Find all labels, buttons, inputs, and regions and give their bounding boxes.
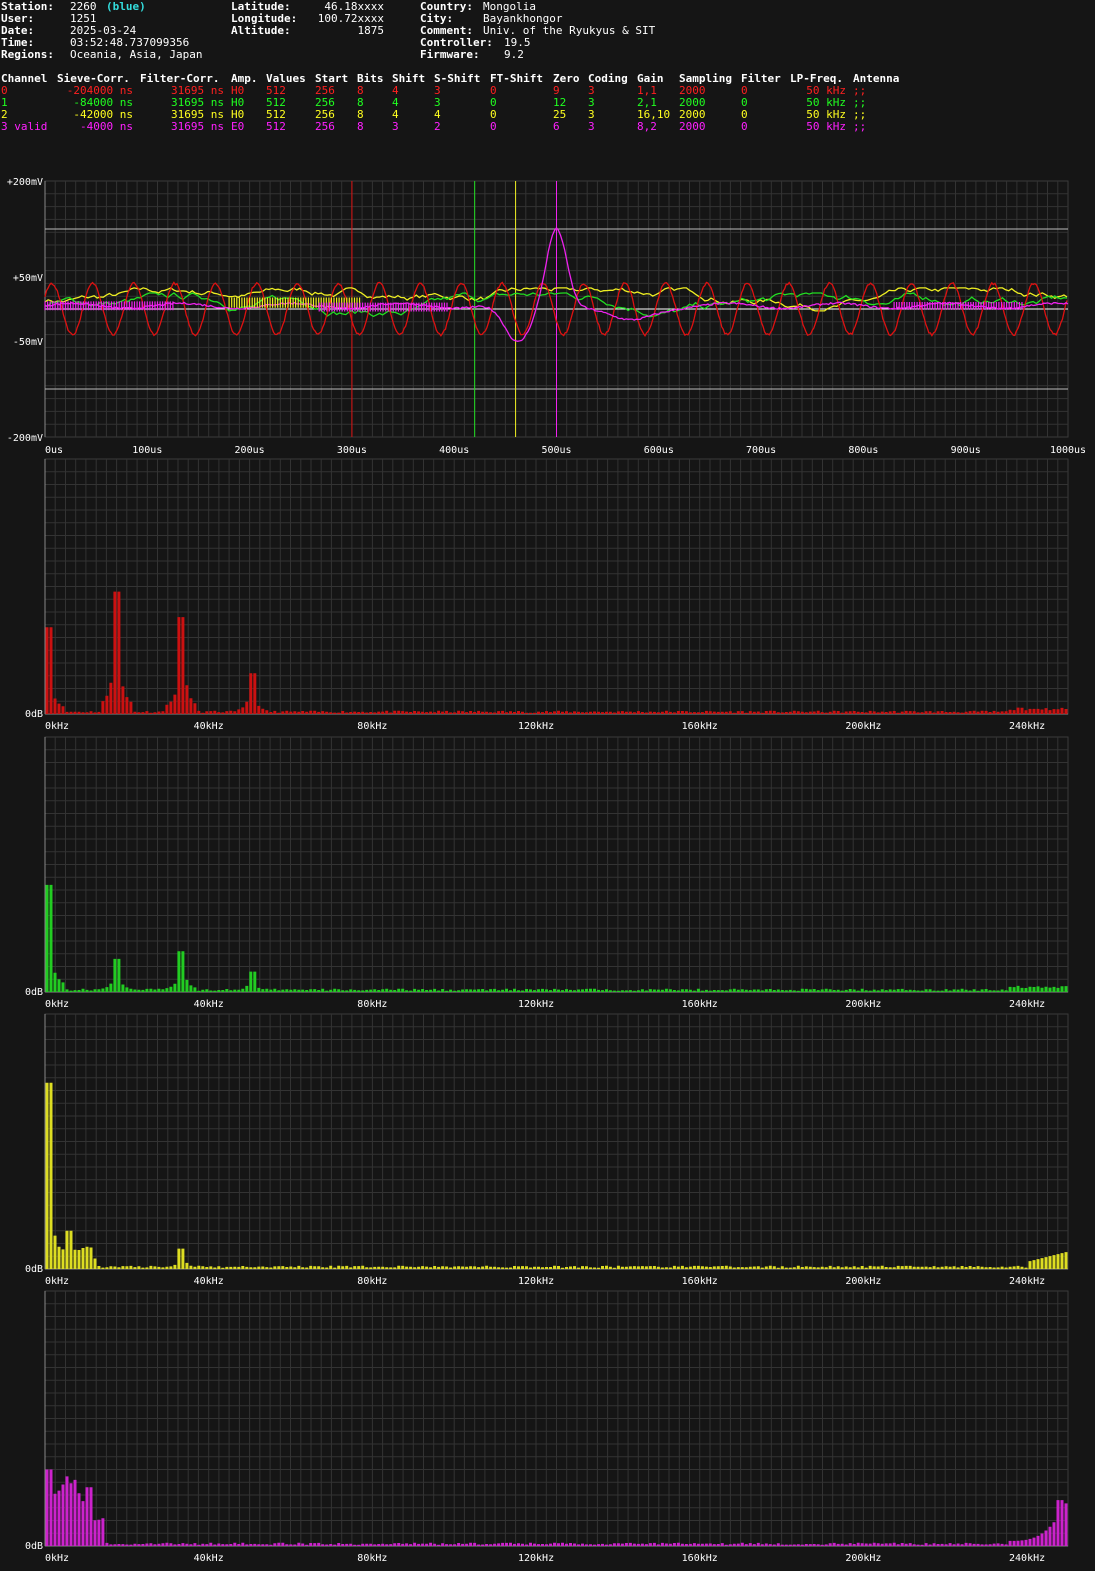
y-tick-label: -50mV [13,337,43,348]
spectrum-x-label: 40kHz [194,1553,224,1564]
spectrum-1-gridlines [45,737,1068,992]
spectrum-x-label: 200kHz [845,721,881,732]
spectrum-x-label: 200kHz [845,1276,881,1287]
spectrum-y-label: 0dB [25,987,43,998]
spectrum-x-label: 200kHz [845,999,881,1010]
y-tick-label: -200mV [7,433,43,444]
spectrum-3-gridlines [45,1291,1068,1546]
spectrum-y-label: 0dB [25,1541,43,1552]
y-tick-label: +200mV [7,177,43,188]
x-tick-label: 800us [848,445,878,456]
band-magenta-2 [318,302,448,312]
x-tick-label: 300us [337,445,367,456]
spectrum-x-label: 160kHz [682,999,718,1010]
spectrum-x-label: 120kHz [518,1553,554,1564]
spectrum-0-gridlines [45,459,1068,714]
spectrum-x-label: 240kHz [1009,1276,1045,1287]
spectrum-x-label: 240kHz [1009,999,1045,1010]
spectrum-x-label: 80kHz [357,999,387,1010]
x-tick-label: 500us [541,445,571,456]
spectrum-2-gridlines [45,1014,1068,1269]
spectrum-y-label: 0dB [25,709,43,720]
spectrum-y-label: 0dB [25,1264,43,1275]
spectrum-x-label: 80kHz [357,721,387,732]
spectrum-x-label: 120kHz [518,721,554,732]
charts-canvas: +200mV +50mV -50mV -200mV0us 100us 200us 300us… [7,177,1086,1564]
x-tick-label: 100us [132,445,162,456]
y-tick-label: +50mV [13,273,43,284]
spectrum-x-label: 80kHz [357,1553,387,1564]
spectrum-x-label: 160kHz [682,721,718,732]
x-tick-label: 1000us [1050,445,1086,456]
spectrum-x-label: 40kHz [194,1276,224,1287]
spectrum-x-label: 120kHz [518,999,554,1010]
spectrum-x-label: 0kHz [45,1276,69,1287]
spectrum-x-label: 80kHz [357,1276,387,1287]
x-tick-label: 600us [644,445,674,456]
spectrum-x-label: 120kHz [518,1276,554,1287]
x-tick-label: 900us [951,445,981,456]
spectrum-x-label: 40kHz [194,721,224,732]
spectrum-x-label: 160kHz [682,1553,718,1564]
spectrum-x-label: 40kHz [194,999,224,1010]
spectrum-x-label: 200kHz [845,1553,881,1564]
x-tick-label: 200us [235,445,265,456]
spectrum-x-label: 240kHz [1009,1553,1045,1564]
x-tick-label: 400us [439,445,469,456]
spectrum-x-label: 0kHz [45,721,69,732]
x-tick-label: 700us [746,445,776,456]
spectrum-x-label: 160kHz [682,1276,718,1287]
spectrum-x-label: 240kHz [1009,721,1045,732]
spectrum-x-label: 0kHz [45,999,69,1010]
x-tick-label: 0us [45,445,63,456]
spectrum-x-label: 0kHz [45,1553,69,1564]
